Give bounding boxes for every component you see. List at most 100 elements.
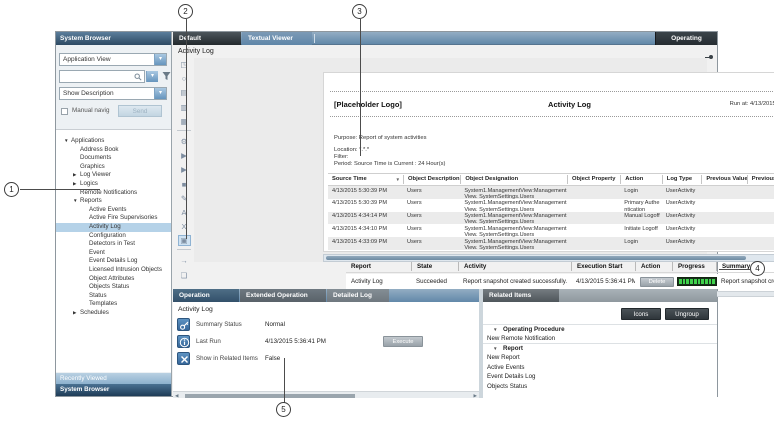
property-row-show-in-related: Show in Related Items False [177, 352, 475, 366]
column-header-object-designation[interactable]: Object Designation [460, 175, 567, 184]
tab-textual-viewer[interactable]: Textual Viewer [242, 32, 312, 45]
tab-extended-operation[interactable]: Extended Operation [240, 289, 326, 302]
execute-button[interactable]: Execute [383, 336, 423, 347]
execution-summary-cell: Report snapshot created successfully... [716, 278, 774, 285]
related-item-new-remote-notification[interactable]: New Remote Notification [483, 334, 717, 343]
operation-scrollbar[interactable]: ◀ ▶ [173, 391, 479, 398]
scroll-right-icon[interactable]: ▶ [473, 393, 477, 399]
table-row[interactable]: 4/13/2015 4:33:09 PMUsersSystem1.Managem… [328, 237, 774, 250]
description-selector-dropdown[interactable]: Show Description ▾ [59, 87, 167, 100]
operating-mode-label[interactable]: Operating [655, 32, 717, 45]
copy-icon[interactable]: ❏ [178, 270, 191, 281]
expander-icon[interactable]: ▼ [64, 137, 71, 146]
column-header-object-description[interactable]: Object Description [403, 175, 460, 184]
related-group-report[interactable]: ▼Report [483, 343, 717, 353]
expander-icon[interactable]: ▼ [73, 197, 80, 206]
related-item-new-report[interactable]: New Report [483, 353, 717, 362]
table-row[interactable]: 4/13/2015 5:30:39 PMUsersSystem1.Managem… [328, 199, 774, 212]
table-row[interactable]: 4/13/2015 4:33:09 PMUsersSystem1.Managem… [328, 250, 774, 252]
export-pdf-icon[interactable]: A [178, 207, 191, 218]
search-input[interactable] [59, 70, 145, 83]
export-excel-icon[interactable]: X [178, 221, 191, 232]
tree-item-event[interactable]: Event [56, 249, 171, 258]
chevron-down-icon[interactable]: ▾ [154, 54, 166, 65]
tree-item-templates[interactable]: Templates [56, 300, 171, 309]
chevron-down-icon[interactable]: ▾ [154, 88, 166, 99]
related-item-active-events[interactable]: Active Events [483, 363, 717, 372]
table-row[interactable]: 4/13/2015 4:34:14 PMUsersSystem1.Managem… [328, 212, 774, 225]
ungroup-button[interactable]: Ungroup [665, 308, 709, 320]
filter-funnel-icon[interactable] [162, 71, 171, 81]
manual-nav-checkbox[interactable] [61, 108, 68, 115]
tree-item-documents[interactable]: Documents [56, 154, 171, 163]
execution-column-execution-start[interactable]: Execution Start [571, 262, 635, 271]
tree-item-event-details-log[interactable]: Event Details Log [56, 257, 171, 266]
run-icon[interactable]: ▶ [178, 150, 191, 161]
column-header-action[interactable]: Action [620, 175, 662, 184]
snapshot-icon[interactable]: ▣ [178, 235, 191, 246]
icons-button[interactable]: Icons [621, 308, 661, 320]
zoom-fit-icon[interactable]: ◳ [178, 59, 191, 70]
expander-icon[interactable]: ▶ [73, 171, 80, 180]
execution-column-state[interactable]: State [411, 262, 458, 271]
column-header-previous-value[interactable]: Previous Value [701, 175, 746, 184]
page-grid-icon[interactable]: ▦ [178, 116, 191, 127]
tab-related-items[interactable]: Related Items [483, 289, 559, 302]
tree-item-address-book[interactable]: Address Book [56, 146, 171, 155]
system-browser-bar[interactable]: System Browser [56, 384, 171, 396]
tab-operation[interactable]: Operation [173, 289, 239, 302]
delete-button[interactable]: Delete [640, 277, 674, 287]
tree-item-applications[interactable]: ▼Applications [56, 137, 171, 146]
table-row[interactable]: 4/13/2015 4:34:10 PMUsersSystem1.Managem… [328, 224, 774, 237]
execution-column-progress[interactable]: Progress [672, 262, 716, 271]
related-item-objects-status[interactable]: Objects Status [483, 382, 717, 391]
tree-item-object-attributes[interactable]: Object Attributes [56, 275, 171, 284]
page-layout-icon[interactable]: ▤ [178, 87, 191, 98]
column-header-object-property[interactable]: Object Property [567, 175, 620, 184]
column-header-previous-quality[interactable]: Previous Quality [747, 175, 774, 184]
stop-icon[interactable]: ■ [178, 179, 191, 190]
tree-item-licensed-intrusion-objects[interactable]: Licensed Intrusion Objects [56, 266, 171, 275]
tree-item-log-viewer[interactable]: ▶Log Viewer [56, 171, 171, 180]
tab-default[interactable]: Default [173, 32, 241, 45]
expander-icon[interactable]: ▶ [73, 180, 80, 189]
execution-column-action[interactable]: Action [635, 262, 672, 271]
x-icon [177, 352, 190, 365]
column-header-source-time[interactable]: Source Time▼ [328, 175, 403, 184]
callout-5: 5 [276, 402, 291, 417]
sort-arrow-icon[interactable]: ▼ [395, 175, 403, 184]
tree-item-active-events[interactable]: Active Events [56, 206, 171, 215]
tree-item-graphics[interactable]: Graphics [56, 163, 171, 172]
tab-detailed-log[interactable]: Detailed Log [327, 289, 389, 302]
recently-viewed-bar[interactable]: Recently Viewed [56, 373, 171, 384]
run-options-icon[interactable]: ▶ [178, 164, 191, 175]
page-width-icon[interactable]: ▥ [178, 102, 191, 113]
tree-item-schedules[interactable]: ▶Schedules [56, 309, 171, 318]
search-dropdown-button[interactable]: ▾ [146, 71, 158, 82]
related-item-event-details-log[interactable]: Event Details Log [483, 372, 717, 381]
tree-item-reports[interactable]: ▼Reports [56, 197, 171, 206]
tree-item-status[interactable]: Status [56, 292, 171, 301]
table-row[interactable]: 4/13/2015 5:30:39 PMUsersSystem1.Managem… [328, 186, 774, 199]
execution-column-report[interactable]: Report [346, 262, 411, 271]
column-header-log-type[interactable]: Log Type [662, 175, 702, 184]
tree-item-configuration[interactable]: Configuration [56, 232, 171, 241]
scroll-left-icon[interactable]: ◀ [175, 393, 179, 399]
tree-item-logics[interactable]: ▶Logics [56, 180, 171, 189]
tree-item-active-fire-supervisories[interactable]: Active Fire Supervisories [56, 214, 171, 223]
view-selector-dropdown[interactable]: Application View ▾ [59, 53, 167, 66]
execution-row[interactable]: Activity Log Succeeded Report snapshot c… [346, 274, 774, 289]
expander-icon[interactable]: ▶ [73, 309, 80, 318]
tree-item-detectors-in-test[interactable]: Detectors in Test [56, 240, 171, 249]
execution-column-activity[interactable]: Activity [458, 262, 571, 271]
scrollbar-thumb[interactable] [185, 394, 355, 398]
send-button[interactable]: Send [118, 105, 162, 117]
export-report-icon[interactable]: → [178, 255, 191, 266]
tree-item-objects-status[interactable]: Objects Status [56, 283, 171, 292]
stop-circle-icon[interactable]: ○ [178, 73, 191, 84]
edit-icon[interactable]: ✎ [178, 193, 191, 204]
tree-item-activity-log[interactable]: Activity Log [56, 223, 171, 232]
settings-icon[interactable]: ⚙ [178, 136, 191, 147]
tree-item-label: Configuration [89, 232, 126, 239]
related-group-operating-procedure[interactable]: ▼Operating Procedure [483, 324, 717, 334]
